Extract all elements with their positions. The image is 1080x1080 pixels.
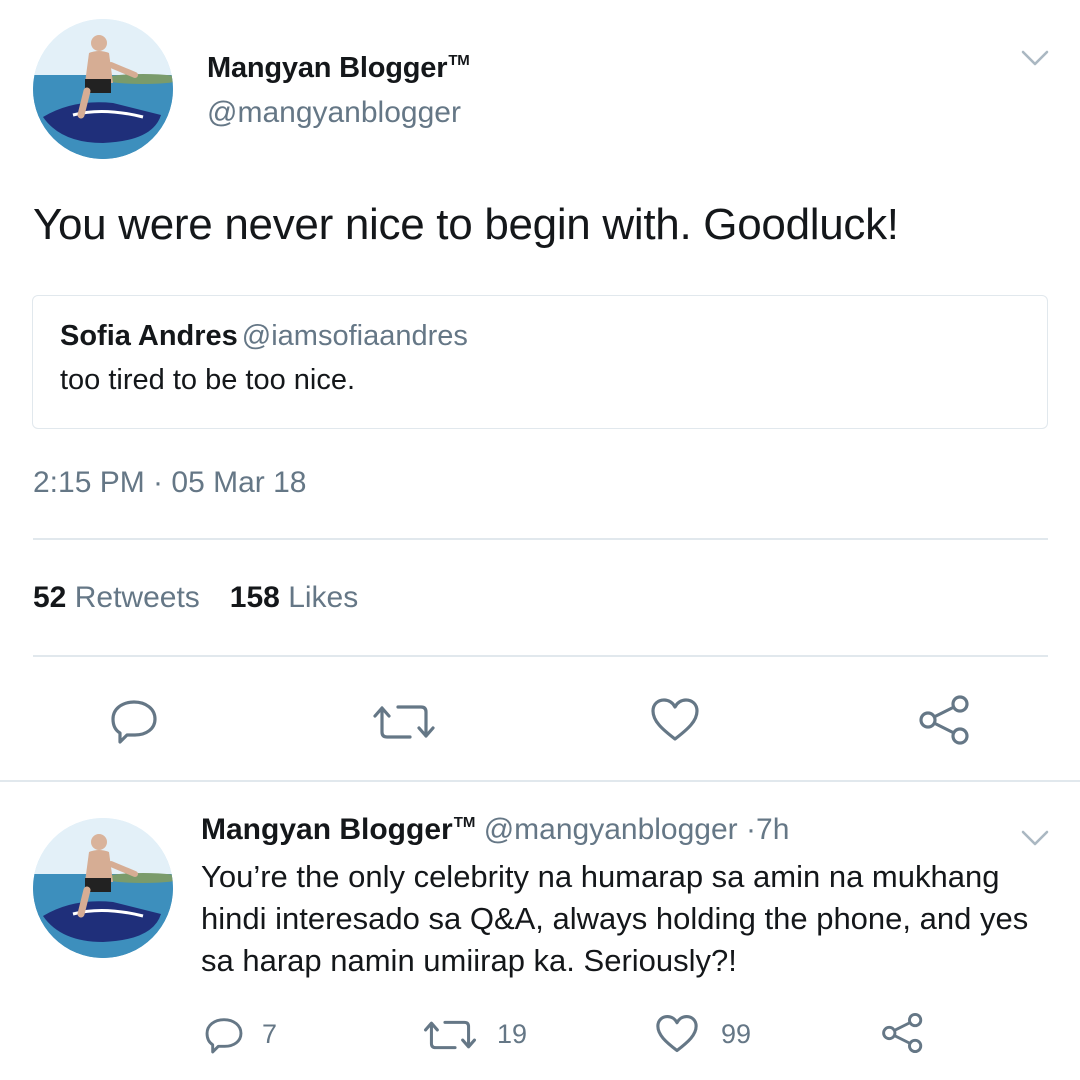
heart-icon[interactable] <box>650 697 700 743</box>
retweet-icon[interactable] <box>423 1016 477 1054</box>
retweet-count: 52 <box>33 581 67 614</box>
section-divider <box>0 780 1080 782</box>
likes-stat[interactable]: 158 Likes <box>230 581 358 614</box>
share-icon[interactable] <box>881 1012 925 1054</box>
share-icon[interactable] <box>918 694 972 746</box>
reply-author-name[interactable]: Mangyan BloggerTM <box>201 813 475 846</box>
tweet-timestamp: 2:15 PM · 05 Mar 18 <box>33 466 307 499</box>
quoted-author: Sofia Andres @iamsofiaandres <box>60 320 468 353</box>
chevron-down-icon[interactable] <box>1020 48 1050 68</box>
retweet-icon[interactable] <box>372 700 436 744</box>
trademark-mark: TM <box>448 52 470 69</box>
reply-text: You’re the only celebrity na humarap sa … <box>201 859 1029 978</box>
reply-count: 7 <box>262 1019 278 1049</box>
like-count: 158 <box>229 581 280 614</box>
reply-author-handle[interactable]: @mangyanblogger <box>484 813 738 846</box>
tweet-text: You were never nice to begin with. Goodl… <box>33 200 899 249</box>
reply-author-name-text: Mangyan Blogger <box>201 813 453 846</box>
retweets-stat[interactable]: 52 Retweets <box>33 581 200 614</box>
retweet-count: 19 <box>497 1019 528 1049</box>
author-handle[interactable]: @mangyanblogger <box>207 96 461 130</box>
chevron-down-icon[interactable] <box>1020 828 1050 848</box>
quoted-author-name: Sofia Andres <box>60 320 238 352</box>
avatar[interactable] <box>33 19 173 159</box>
divider <box>33 655 1048 657</box>
reply-header: Mangyan BloggerTM @mangyanblogger ·7h <box>201 813 789 847</box>
avatar-photo <box>33 19 173 159</box>
divider <box>33 538 1048 540</box>
like-count: 99 <box>721 1019 752 1049</box>
reply-age: 7h <box>756 813 790 846</box>
retweet-label: Retweets <box>74 581 200 614</box>
tweet-stats: 52 Retweets 158 Likes <box>33 581 358 615</box>
quoted-author-handle: @iamsofiaandres <box>241 320 468 352</box>
heart-icon[interactable] <box>655 1014 699 1054</box>
quoted-text: too tired to be too nice. <box>60 364 356 396</box>
trademark-mark: TM <box>453 814 476 831</box>
reply-bubble-icon[interactable] <box>108 698 160 744</box>
reply-separator: · <box>746 813 757 846</box>
author-name-text: Mangyan Blogger <box>207 52 448 84</box>
reply-avatar[interactable] <box>33 818 173 958</box>
like-label: Likes <box>288 581 359 614</box>
author-name[interactable]: Mangyan BloggerTM <box>207 52 470 85</box>
reply-bubble-icon[interactable] <box>203 1015 245 1055</box>
quoted-tweet[interactable]: Sofia Andres @iamsofiaandres too tired to… <box>32 295 1048 429</box>
reply-avatar-photo <box>33 818 173 958</box>
